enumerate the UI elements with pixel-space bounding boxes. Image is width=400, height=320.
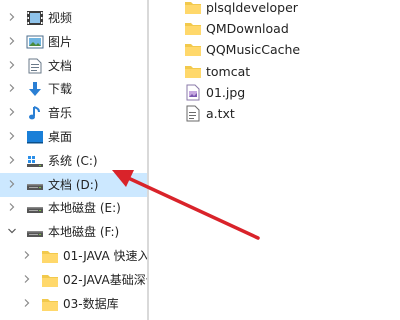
nav-item-03[interactable]: 03-数据库 [0, 292, 147, 316]
nav-item-d[interactable]: 文档 (D:) [0, 172, 147, 197]
chevron-right-icon[interactable] [7, 83, 17, 93]
nav-item-label: 图片 [48, 34, 73, 49]
nav-item-3[interactable]: 下载 [0, 77, 147, 101]
chevron-right-icon[interactable] [7, 107, 17, 117]
file-row[interactable]: tomcat [178, 61, 400, 82]
file-name: tomcat [206, 63, 251, 79]
folder-icon [41, 248, 59, 264]
chevron-right-icon[interactable] [7, 131, 17, 141]
chevron-right-icon[interactable] [22, 298, 32, 308]
nav-item-e[interactable]: 本地磁盘 (E:) [0, 196, 147, 220]
nav-item-label: 音乐 [48, 106, 73, 121]
nav-item-5[interactable]: 桌面 [0, 125, 147, 149]
system-drive-icon [26, 153, 44, 169]
pane-splitter[interactable] [147, 0, 149, 320]
downloads-folder-icon [26, 81, 44, 97]
image-file-icon [184, 84, 201, 101]
nav-item-label: 桌面 [48, 130, 73, 144]
nav-item-label: 01-JAVA 快速入 [63, 249, 147, 263]
nav-item-01-java[interactable]: 01-JAVA 快速入 [0, 244, 147, 268]
chevron-right-icon[interactable] [7, 202, 17, 212]
file-row[interactable]: 01.jpg [178, 82, 400, 103]
drive-icon [26, 177, 44, 193]
chevron-right-icon[interactable] [7, 12, 17, 22]
pictures-folder-icon [26, 34, 44, 50]
chevron-right-icon[interactable] [7, 36, 17, 46]
folder-icon [184, 0, 201, 16]
text-file-icon [184, 105, 201, 122]
nav-item-label: 03-数据库 [63, 296, 119, 311]
folder-icon [41, 272, 59, 288]
file-row[interactable]: QMDownload [178, 18, 400, 39]
file-name: 01.jpg [206, 84, 246, 100]
video-folder-icon [26, 10, 44, 26]
chevron-right-icon[interactable] [22, 274, 32, 284]
file-name: QQMusicCache [206, 42, 301, 58]
file-name: a.txt [206, 106, 235, 121]
nav-item-1[interactable]: 图片 [0, 30, 147, 54]
chevron-right-icon[interactable] [22, 250, 32, 260]
chevron-right-icon[interactable] [7, 155, 17, 165]
nav-item-label: 文档 [48, 58, 73, 73]
chevron-right-icon[interactable] [7, 179, 17, 189]
file-row[interactable]: QQMusicCache [178, 39, 400, 60]
drive-icon [26, 224, 44, 240]
nav-item-c[interactable]: 系统 (C:) [0, 149, 147, 173]
nav-item-label: 文档 (D:) [48, 177, 99, 192]
nav-item-0[interactable]: 视频 [0, 6, 147, 30]
nav-item-02-java[interactable]: 02-JAVA基础深化 [0, 268, 147, 292]
nav-item-f[interactable]: 本地磁盘 (F:) [0, 220, 147, 244]
nav-item-label: 系统 (C:) [48, 153, 98, 168]
file-name: QMDownload [206, 21, 289, 37]
nav-item-4[interactable]: 音乐 [0, 101, 147, 125]
file-name: plsqldeveloper [206, 0, 298, 15]
desktop-folder-icon [26, 129, 44, 145]
file-row[interactable]: plsqldeveloper [178, 0, 400, 18]
chevron-down-icon[interactable] [7, 226, 17, 236]
nav-item-label: 视频 [48, 11, 73, 25]
nav-item-2[interactable]: 文档 [0, 54, 147, 78]
file-list: plsqldeveloper QMDownload QQMusicCache tomc… [178, 0, 400, 320]
music-folder-icon [26, 105, 44, 121]
navigation-pane: 视频图片文档下载音乐桌面系统 (C:) 文档 (D:) 本地磁盘 (E:) 本地磁盘 … [0, 0, 147, 320]
folder-icon [184, 63, 201, 80]
nav-item-label: 02-JAVA基础深化 [63, 272, 147, 287]
documents-folder-icon [26, 58, 44, 74]
folder-icon [184, 41, 201, 58]
drive-icon [26, 200, 44, 216]
folder-icon [184, 20, 201, 37]
chevron-right-icon[interactable] [7, 60, 17, 70]
nav-item-label: 下载 [48, 82, 73, 97]
nav-item-label: 本地磁盘 (F:) [48, 225, 120, 240]
file-row[interactable]: a.txt [178, 103, 400, 124]
nav-item-label: 本地磁盘 (E:) [48, 201, 121, 216]
folder-icon [41, 296, 59, 312]
